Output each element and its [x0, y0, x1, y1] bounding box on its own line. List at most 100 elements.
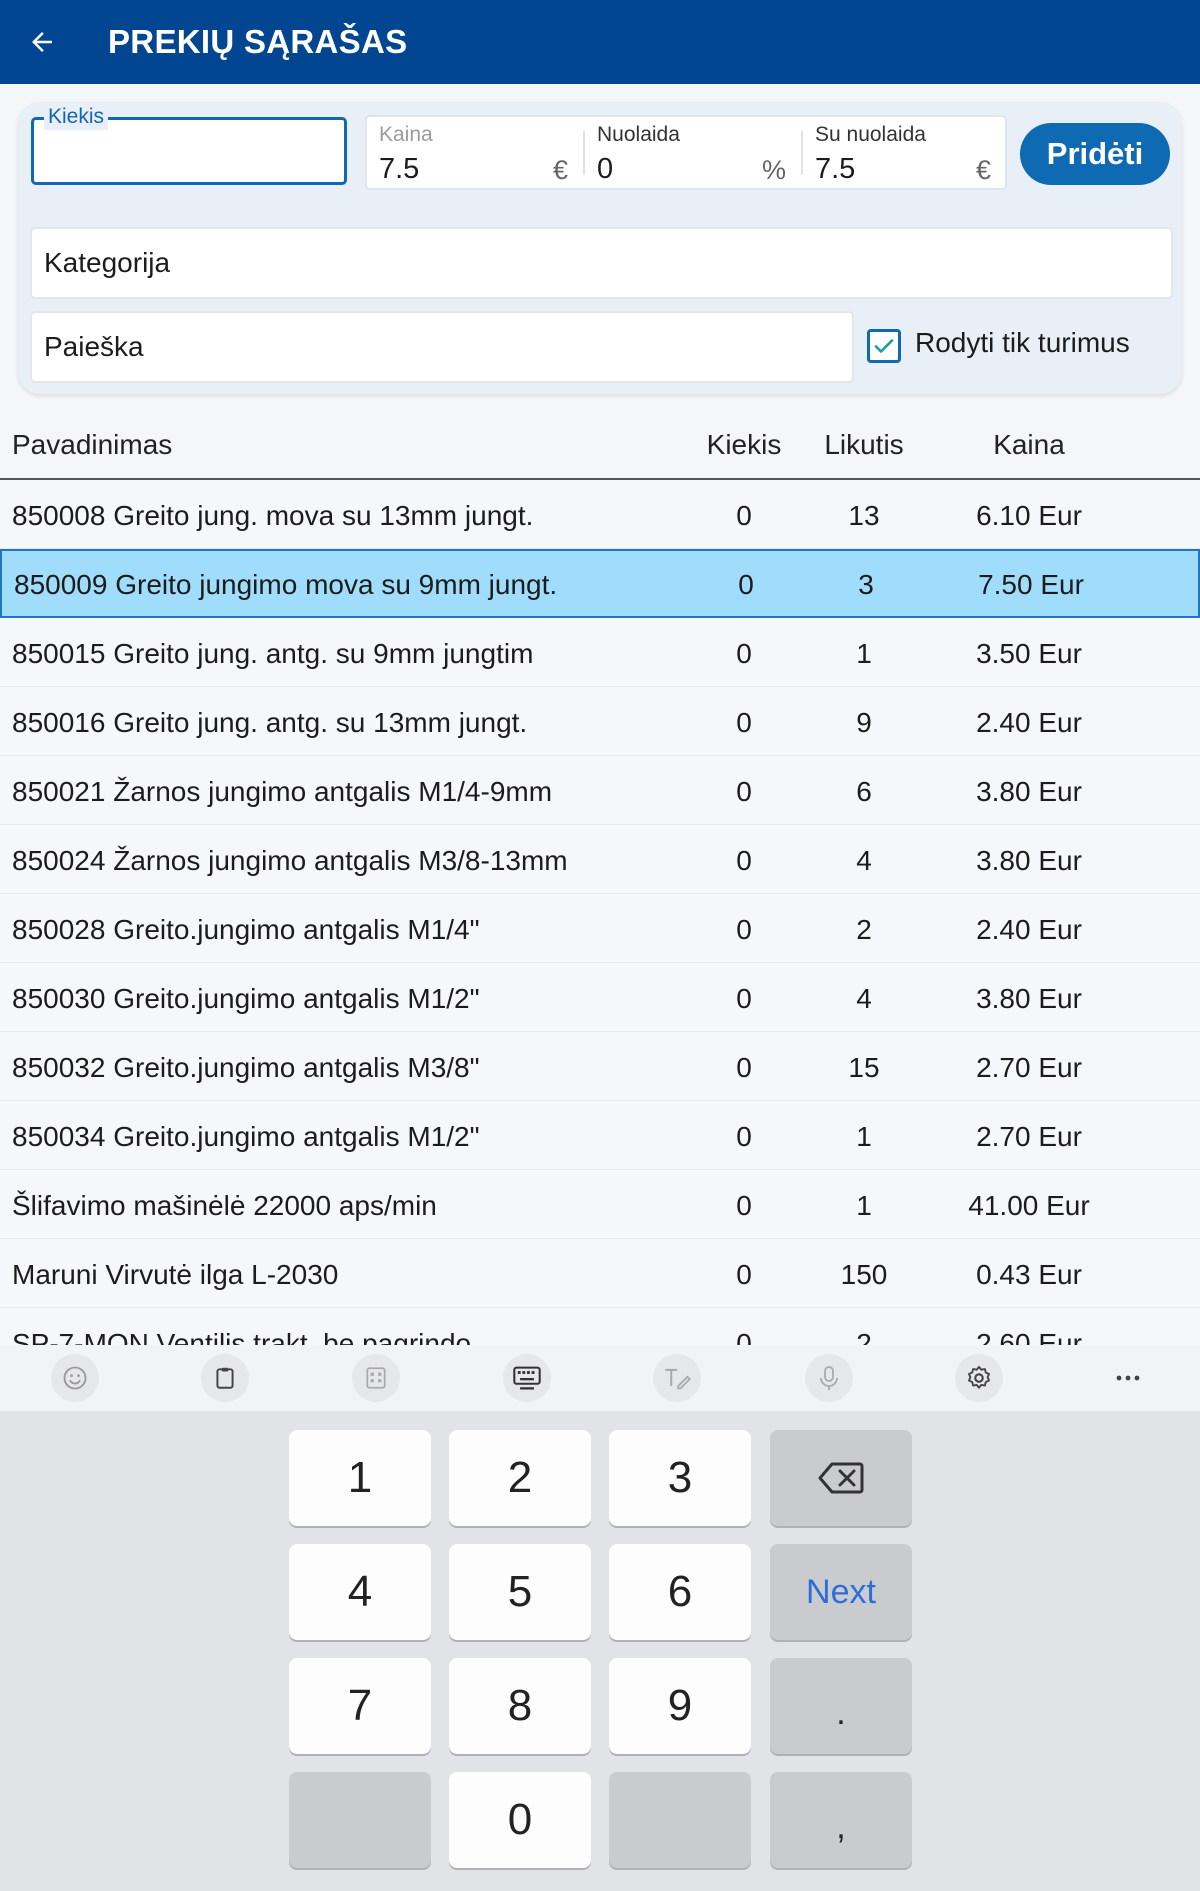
row-price: 6.10 Eur: [976, 500, 1082, 531]
row-price: 7.50 Eur: [978, 569, 1084, 600]
quantity-input[interactable]: Kiekis: [31, 104, 347, 185]
row-qty: 0: [736, 776, 752, 807]
header-remaining[interactable]: Likutis: [814, 429, 914, 461]
key-3[interactable]: 3: [609, 1430, 751, 1526]
euro-suffix: €: [552, 155, 568, 185]
row-qty: 0: [736, 1190, 752, 1221]
table-row[interactable]: 850032 Greito.jungimo antgalis M3/8" 0 1…: [0, 1032, 1200, 1101]
table-row-selected[interactable]: 850009 Greito jungimo mova su 9mm jungt.…: [0, 549, 1200, 618]
empty-key: [289, 1772, 431, 1868]
euro-suffix: €: [975, 155, 991, 185]
row-name: 850024 Žarnos jungimo antgalis M3/8-13mm: [12, 845, 568, 876]
header-qty[interactable]: Kiekis: [694, 429, 794, 461]
table-row[interactable]: 850008 Greito jung. mova su 13mm jungt. …: [0, 480, 1200, 549]
row-qty: 0: [736, 707, 752, 738]
key-5[interactable]: 5: [449, 1544, 591, 1640]
table-row[interactable]: 850030 Greito.jungimo antgalis M1/2" 0 4…: [0, 963, 1200, 1032]
table-row[interactable]: SP-7-MON Ventilis trakt. be pagrindo 0 2…: [0, 1308, 1200, 1345]
key-1[interactable]: 1: [289, 1430, 431, 1526]
key-8[interactable]: 8: [449, 1658, 591, 1754]
table-header: Pavadinimas Kiekis Likutis Kaina: [0, 412, 1200, 480]
next-key[interactable]: Next: [770, 1544, 912, 1640]
backspace-key[interactable]: [770, 1430, 912, 1526]
key-2[interactable]: 2: [449, 1430, 591, 1526]
table-row[interactable]: 850034 Greito.jungimo antgalis M1/2" 0 1…: [0, 1101, 1200, 1170]
row-remaining: 1: [856, 638, 872, 669]
item-form-card: Kiekis Kaina 7.5 € Nuolaida 0 % Su nuola…: [18, 102, 1182, 394]
handwriting-icon[interactable]: [653, 1354, 701, 1402]
price-label: Kaina: [379, 123, 433, 146]
discounted-price-value: 7.5: [815, 153, 856, 185]
add-button[interactable]: Pridėti: [1020, 123, 1170, 185]
key-0[interactable]: 0: [449, 1772, 591, 1868]
row-qty: 0: [736, 1121, 752, 1152]
row-remaining: 9: [856, 707, 872, 738]
row-qty: 0: [736, 983, 752, 1014]
discounted-price-label: Su nuolaida: [815, 123, 926, 146]
product-list[interactable]: 850008 Greito jung. mova su 13mm jungt. …: [0, 480, 1200, 1345]
row-name: SP-7-MON Ventilis trakt. be pagrindo: [12, 1328, 472, 1345]
key-6[interactable]: 6: [609, 1544, 751, 1640]
row-name: 850030 Greito.jungimo antgalis M1/2": [12, 983, 480, 1014]
discount-label: Nuolaida: [597, 123, 680, 146]
row-qty: 0: [736, 1052, 752, 1083]
category-field[interactable]: Kategorija: [30, 227, 1173, 299]
row-remaining: 4: [856, 845, 872, 876]
price-group: Kaina 7.5 € Nuolaida 0 % Su nuolaida 7.5…: [365, 115, 1007, 190]
table-row[interactable]: 850024 Žarnos jungimo antgalis M3/8-13mm…: [0, 825, 1200, 894]
row-name: 850008 Greito jung. mova su 13mm jungt.: [12, 500, 534, 531]
table-row[interactable]: 850021 Žarnos jungimo antgalis M1/4-9mm …: [0, 756, 1200, 825]
row-name: Maruni Virvutė ilga L-2030: [12, 1259, 339, 1290]
row-name: Šlifavimo mašinėlė 22000 aps/min: [12, 1190, 437, 1221]
microphone-icon[interactable]: [805, 1354, 853, 1402]
row-remaining: 6: [856, 776, 872, 807]
table-row[interactable]: 850015 Greito jung. antg. su 9mm jungtim…: [0, 618, 1200, 687]
row-name: 850028 Greito.jungimo antgalis M1/4": [12, 914, 480, 945]
header-price[interactable]: Kaina: [949, 429, 1109, 461]
discounted-price-field[interactable]: Su nuolaida 7.5 €: [803, 117, 1005, 188]
key-9[interactable]: 9: [609, 1658, 751, 1754]
back-button[interactable]: [0, 0, 84, 84]
clipboard-icon[interactable]: [201, 1354, 249, 1402]
key-4[interactable]: 4: [289, 1544, 431, 1640]
more-icon[interactable]: [1104, 1354, 1152, 1402]
row-qty: 0: [736, 1328, 752, 1345]
discount-field[interactable]: Nuolaida 0 %: [585, 117, 800, 188]
row-qty: 0: [736, 500, 752, 531]
search-text: Paieška: [44, 331, 144, 362]
key-7[interactable]: 7: [289, 1658, 431, 1754]
quantity-label: Kiekis: [44, 104, 109, 130]
period-key[interactable]: .: [770, 1658, 912, 1754]
table-row[interactable]: Maruni Virvutė ilga L-2030 0 150 0.43 Eu…: [0, 1239, 1200, 1308]
header-name[interactable]: Pavadinimas: [12, 429, 172, 461]
keypad-icon[interactable]: [352, 1354, 400, 1402]
row-remaining: 13: [848, 500, 880, 531]
row-price: 2.40 Eur: [976, 707, 1082, 738]
back-arrow-icon: [32, 32, 52, 52]
row-price: 3.80 Eur: [976, 983, 1082, 1014]
row-remaining: 1: [856, 1190, 872, 1221]
row-qty: 0: [738, 569, 754, 600]
emoji-icon[interactable]: [51, 1354, 99, 1402]
row-remaining: 3: [858, 569, 874, 600]
row-name: 850009 Greito jungimo mova su 9mm jungt.: [14, 569, 558, 600]
row-remaining: 2: [856, 914, 872, 945]
comma-key[interactable]: ,: [770, 1772, 912, 1868]
check-icon: [874, 339, 894, 353]
row-price: 2.70 Eur: [976, 1121, 1082, 1152]
keyboard-icon[interactable]: [503, 1354, 551, 1402]
row-qty: 0: [736, 845, 752, 876]
table-row[interactable]: Šlifavimo mašinėlė 22000 aps/min 0 1 41.…: [0, 1170, 1200, 1239]
table-row[interactable]: 850016 Greito jung. antg. su 13mm jungt.…: [0, 687, 1200, 756]
table-row[interactable]: 850028 Greito.jungimo antgalis M1/4" 0 2…: [0, 894, 1200, 963]
row-name: 850021 Žarnos jungimo antgalis M1/4-9mm: [12, 776, 553, 807]
show-in-stock-label: Rodyti tik turimus: [915, 327, 1130, 358]
row-remaining: 15: [848, 1052, 880, 1083]
price-field[interactable]: Kaina 7.5 €: [367, 117, 582, 188]
search-input[interactable]: Paieška: [30, 311, 854, 383]
row-price: 0.43 Eur: [976, 1259, 1082, 1290]
row-price: 3.50 Eur: [976, 638, 1082, 669]
row-qty: 0: [736, 914, 752, 945]
settings-icon[interactable]: [955, 1354, 1003, 1402]
show-in-stock-checkbox[interactable]: [867, 329, 901, 363]
